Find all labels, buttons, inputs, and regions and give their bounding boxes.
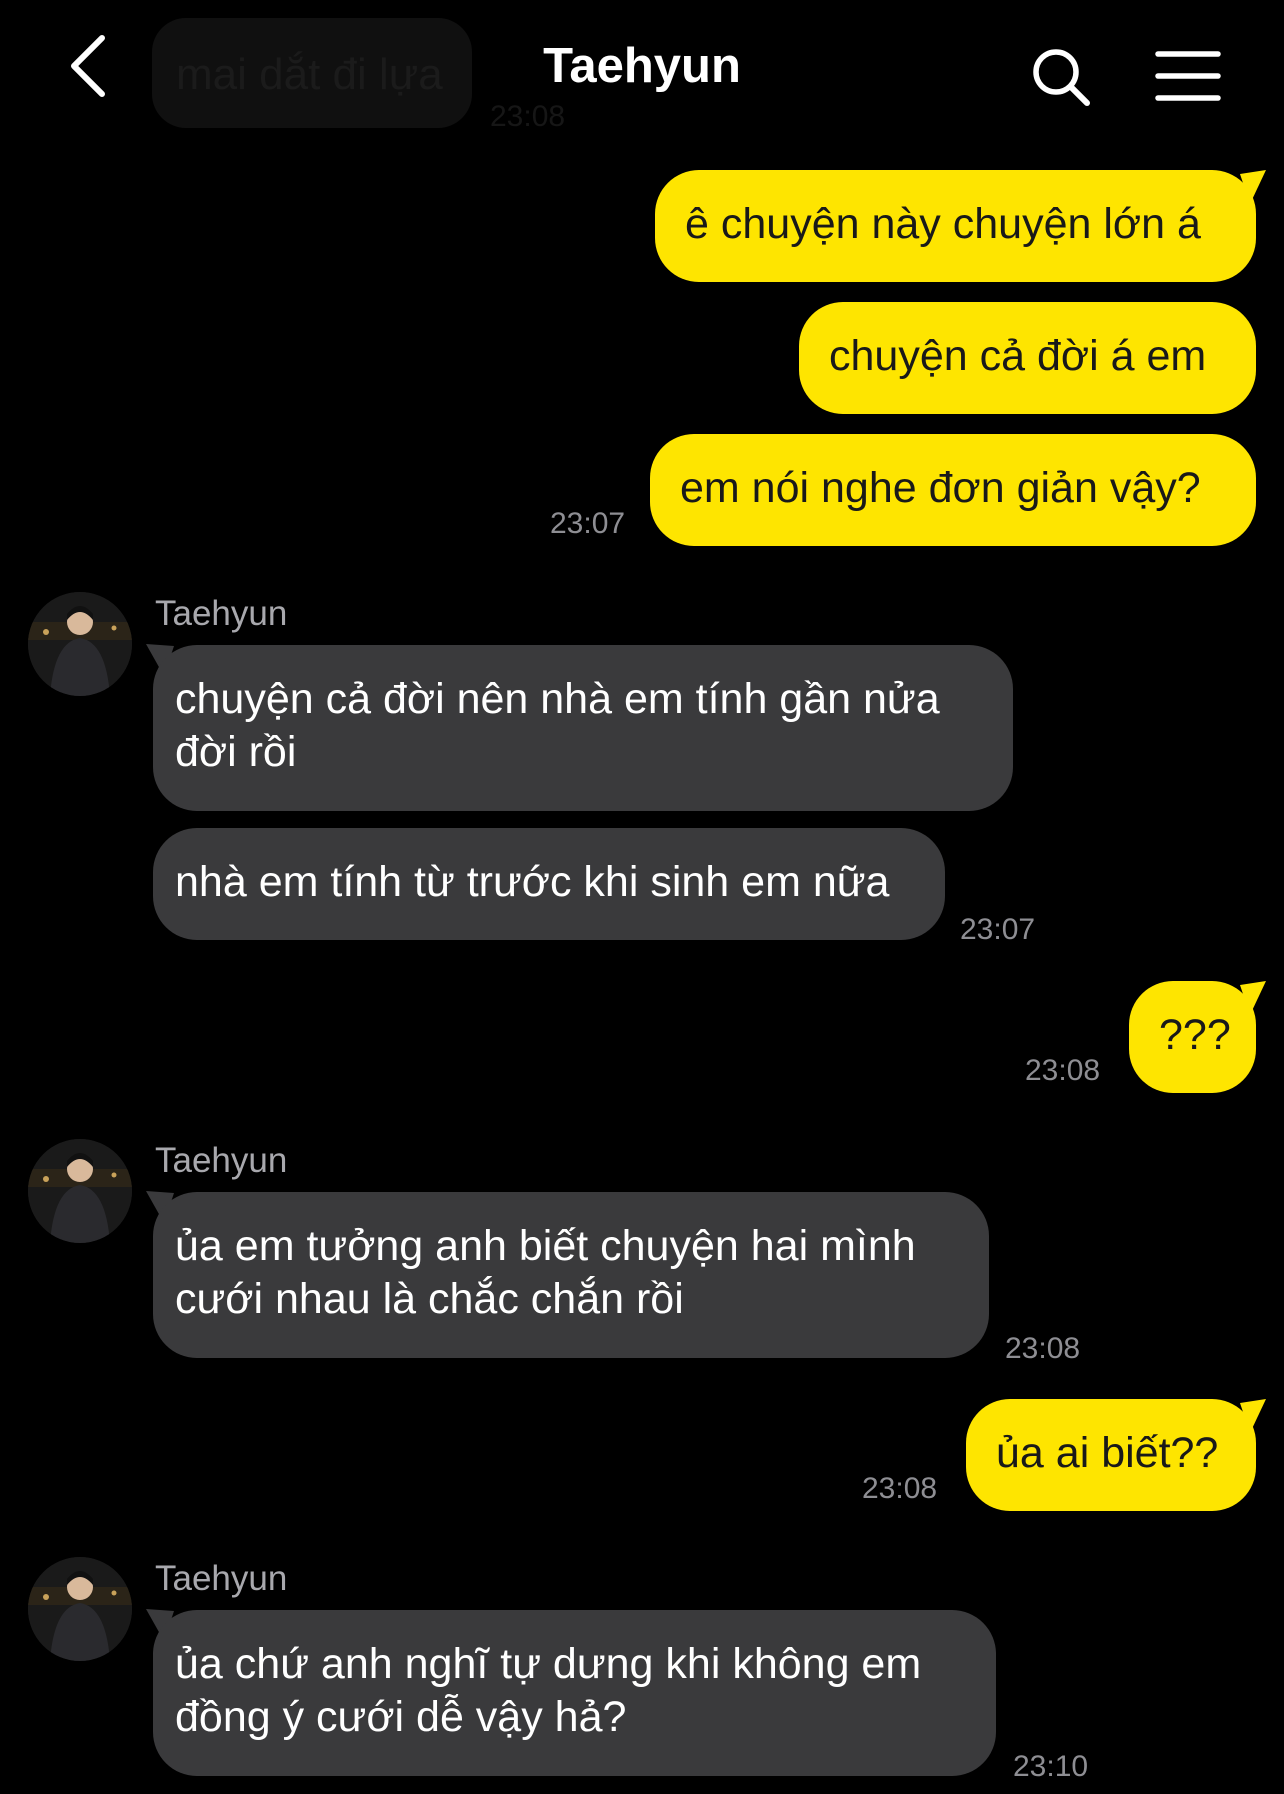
search-button[interactable] [1030,46,1094,110]
outgoing-message-bubble[interactable]: ??? [1129,981,1256,1093]
bubble-tail [1240,170,1266,204]
avatar[interactable] [28,592,132,696]
sender-name: Taehyun [155,1559,288,1598]
incoming-message-bubble[interactable]: ủa em tưởng anh biết chuyện hai mình cướ… [153,1192,989,1358]
bubble-tail [1240,981,1266,1015]
incoming-message-bubble[interactable]: ủa chứ anh nghĩ tự dưng khi không em đồn… [153,1610,996,1776]
chat-title: Taehyun [543,39,741,93]
back-button[interactable] [62,28,122,104]
sender-name: Taehyun [155,1141,288,1180]
outgoing-message-bubble[interactable]: em nói nghe đơn giản vậy? [650,434,1256,546]
avatar-photo [28,592,132,696]
message-time: 23:10 [1013,1750,1089,1783]
bubble-tail [1240,1399,1266,1433]
message-time: 23:08 [1005,1332,1081,1365]
message-time: 23:08 [1025,1054,1101,1087]
chevron-left-icon [71,35,105,97]
message-time: 23:08 [862,1472,938,1505]
hamburger-menu-icon [1155,51,1221,101]
avatar[interactable] [28,1139,132,1243]
search-icon [1033,49,1090,106]
outgoing-message-bubble[interactable]: ê chuyện này chuyện lớn á [655,170,1256,282]
avatar[interactable] [28,1557,132,1661]
avatar-photo [28,1139,132,1243]
message-time: 23:07 [550,507,626,540]
menu-button[interactable] [1155,48,1221,104]
outgoing-message-bubble[interactable]: chuyện cả đời á em [799,302,1256,414]
incoming-message-bubble[interactable]: chuyện cả đời nên nhà em tính gần nửa đờ… [153,645,1013,811]
sender-name: Taehyun [155,594,288,633]
chat-header: Taehyun [0,0,1284,140]
message-time: 23:07 [960,913,1036,946]
outgoing-message-bubble[interactable]: ủa ai biết?? [966,1399,1256,1511]
avatar-photo [28,1557,132,1661]
incoming-message-bubble[interactable]: nhà em tính từ trước khi sinh em nữa [153,828,945,940]
